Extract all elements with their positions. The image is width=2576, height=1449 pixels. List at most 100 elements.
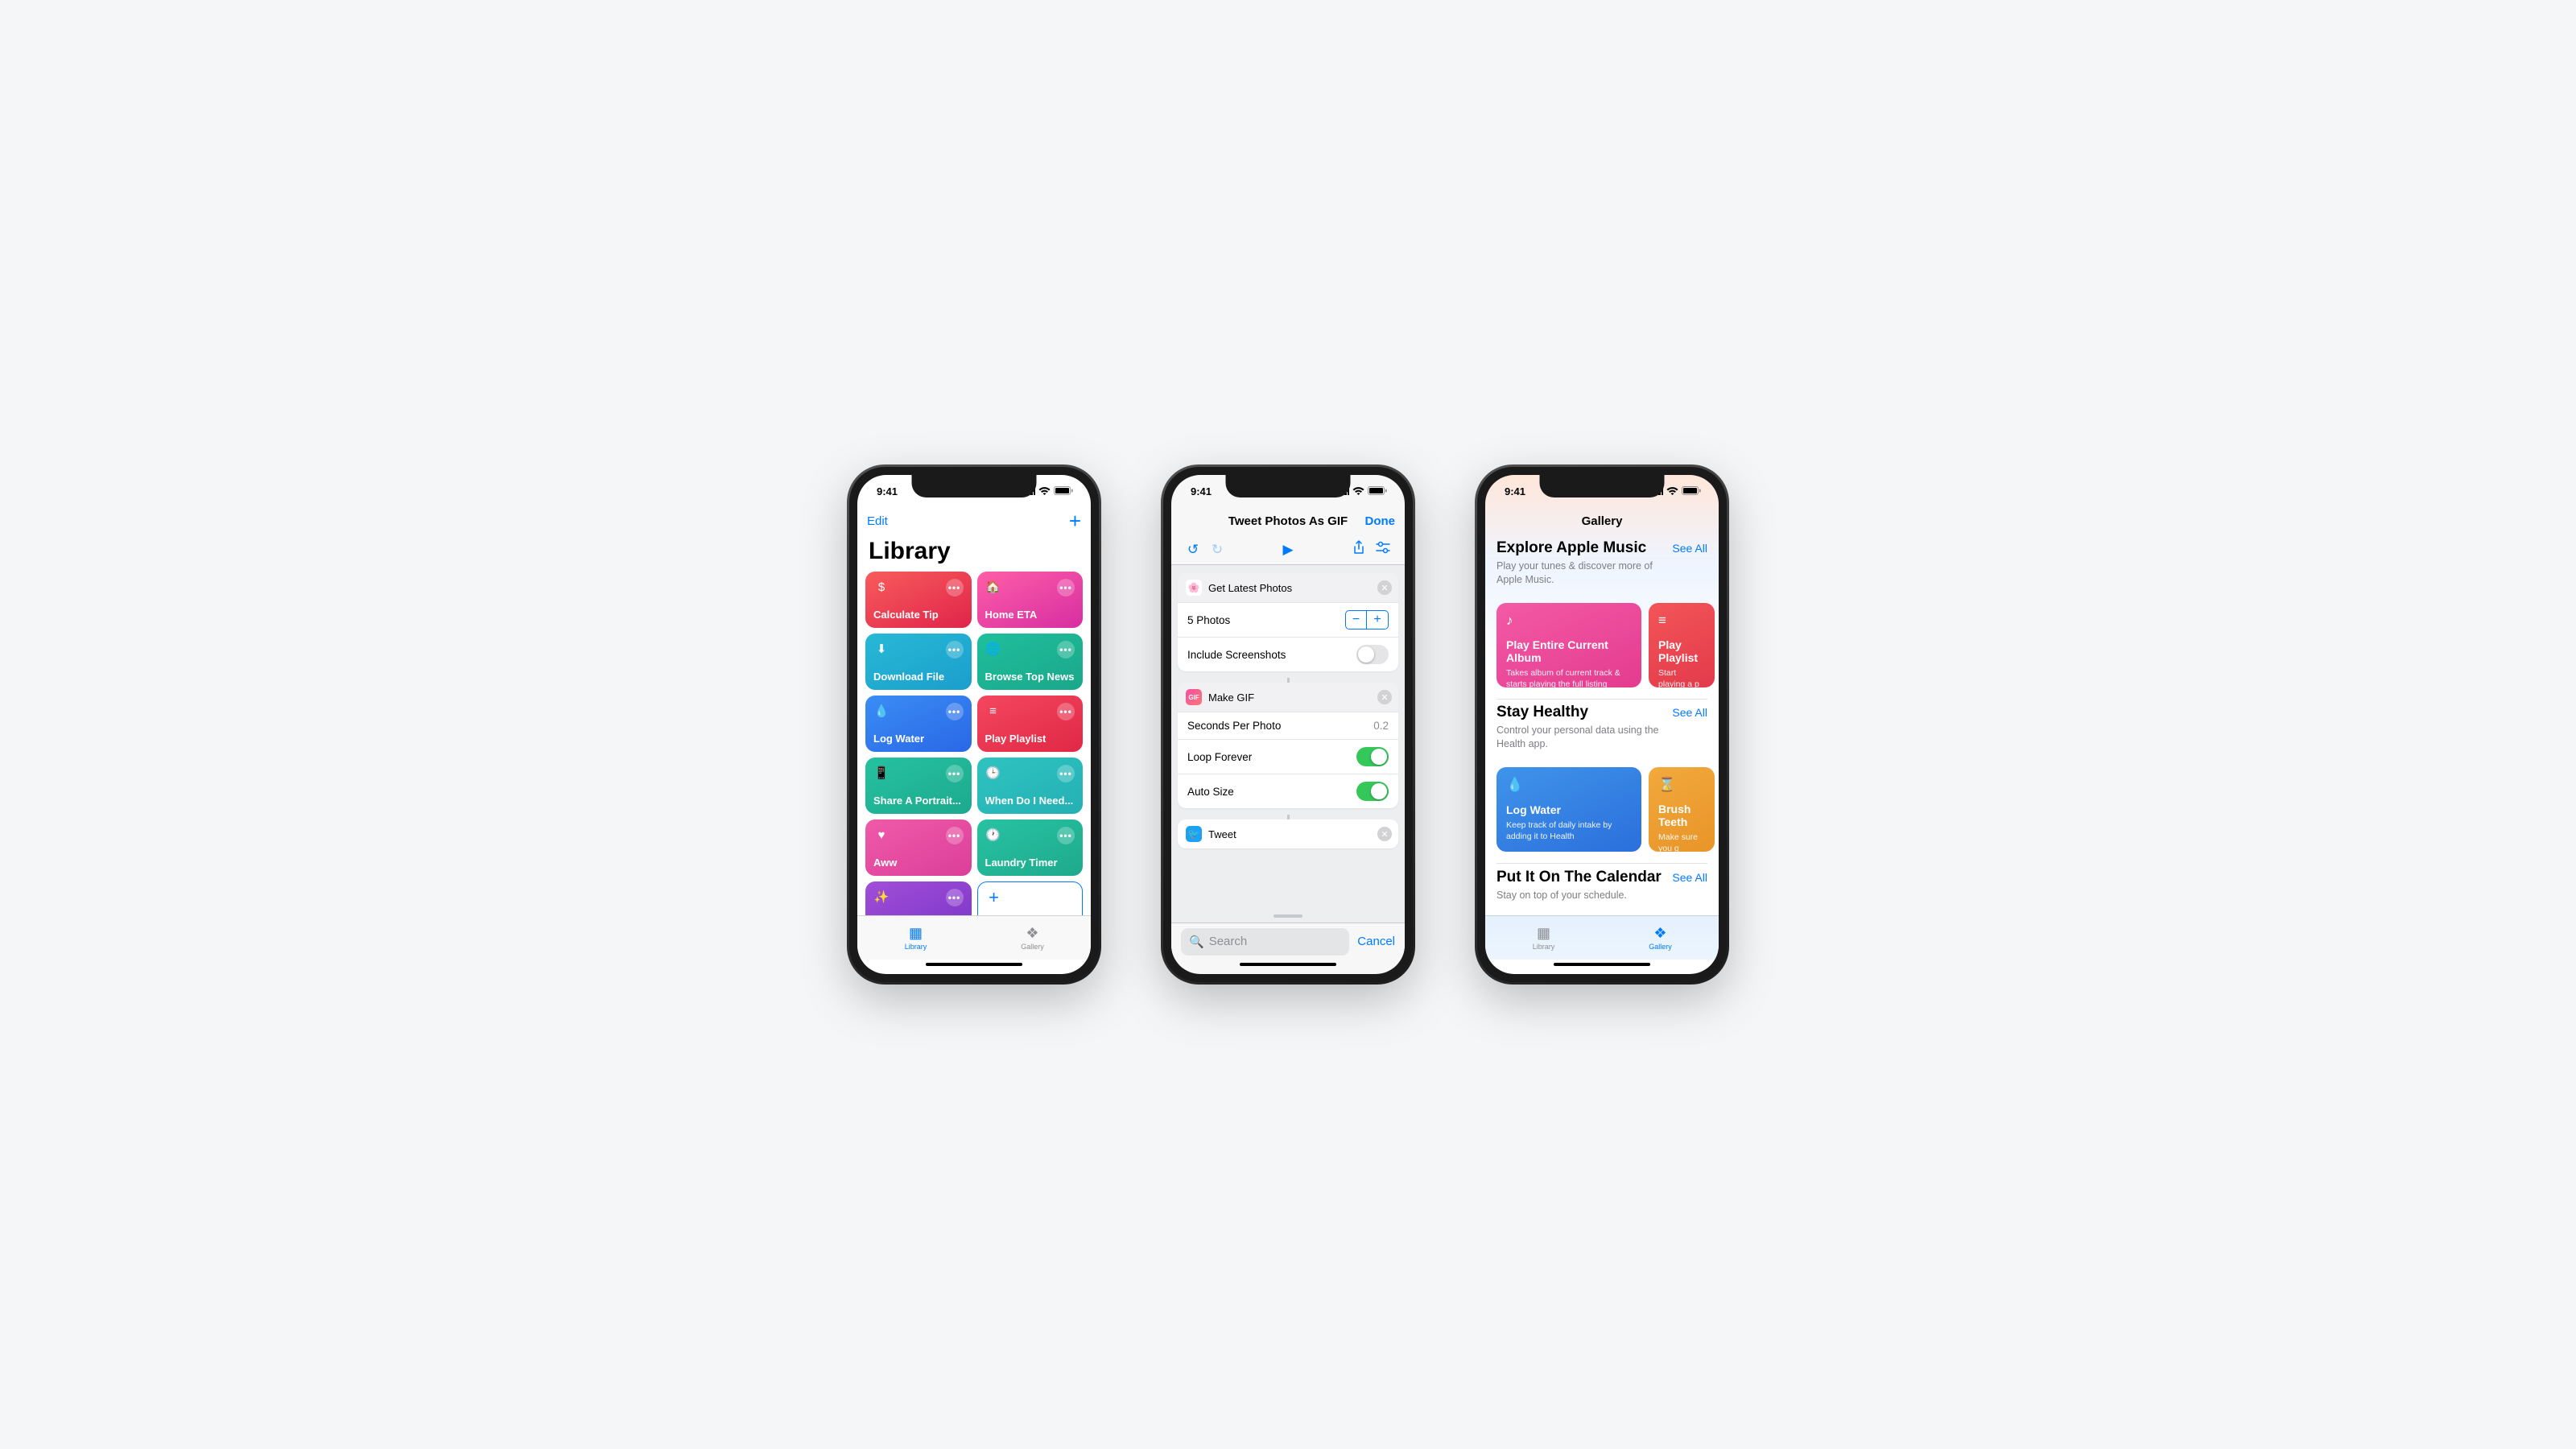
- section-desc: Play your tunes & discover more of Apple…: [1496, 559, 1666, 587]
- minus-button[interactable]: −: [1346, 611, 1367, 629]
- include-screenshots-toggle[interactable]: [1356, 645, 1389, 664]
- action-get-photos[interactable]: 🌸 Get Latest Photos ✕ 5 Photos −+ Includ…: [1178, 573, 1398, 671]
- gallery-row[interactable]: 💧Log WaterKeep track of daily intake by …: [1485, 759, 1719, 863]
- photo-count-label: 5 Photos: [1187, 614, 1230, 626]
- shortcut-tile[interactable]: ≡•••Play Playlist: [977, 696, 1084, 752]
- shortcut-tile[interactable]: 💧•••Log Water: [865, 696, 972, 752]
- tab-bar: ▦Library ❖Gallery: [857, 915, 1091, 960]
- shortcut-tile[interactable]: ♥ ••• Aww: [865, 819, 972, 876]
- tile-icon: ♥: [873, 827, 890, 843]
- action-make-gif[interactable]: GIF Make GIF ✕ Seconds Per Photo 0.2 Loo…: [1178, 683, 1398, 808]
- tile-more-button[interactable]: •••: [1057, 579, 1075, 597]
- tile-more-button[interactable]: •••: [1057, 827, 1075, 844]
- photos-icon: 🌸: [1186, 580, 1202, 596]
- see-all-button[interactable]: See All: [1672, 706, 1707, 719]
- done-button[interactable]: Done: [1355, 514, 1395, 528]
- loop-label: Loop Forever: [1187, 751, 1252, 763]
- tile-more-button[interactable]: •••: [946, 703, 964, 720]
- edit-button[interactable]: Edit: [867, 514, 907, 528]
- nav-bar: Gallery: [1485, 507, 1719, 535]
- tab-library[interactable]: ▦Library: [857, 916, 974, 960]
- drawer-grabber[interactable]: [1171, 910, 1405, 923]
- tile-label: Home ETA: [985, 609, 1075, 621]
- tile-icon: 🌐: [985, 641, 1001, 657]
- card-title: Brush Teeth: [1658, 803, 1705, 828]
- card-title: Play Entire Current Album: [1506, 638, 1632, 664]
- tile-icon: 💧: [873, 703, 890, 719]
- card-desc: Make sure you g minutes in when: [1658, 832, 1705, 863]
- tab-gallery[interactable]: ❖Gallery: [1602, 916, 1719, 960]
- shortcut-tile[interactable]: ⬇•••Download File: [865, 634, 972, 690]
- card-title: Play Playlist: [1658, 638, 1705, 664]
- nav-bar: Tweet Photos As GIF Done: [1171, 507, 1405, 535]
- gallery-card[interactable]: ⌛Brush TeethMake sure you g minutes in w…: [1649, 767, 1715, 852]
- see-all-button[interactable]: See All: [1672, 542, 1707, 555]
- wifi-icon: [1666, 485, 1678, 497]
- gallery-row[interactable]: ✉🕐: [1485, 910, 1719, 915]
- nav-bar: Edit +: [857, 507, 1091, 535]
- shortcut-tile[interactable]: 🕒•••When Do I Need...: [977, 758, 1084, 814]
- plus-button[interactable]: +: [1367, 611, 1388, 629]
- tab-gallery[interactable]: ❖Gallery: [974, 916, 1091, 960]
- card-icon: ♪: [1506, 613, 1632, 629]
- create-shortcut-tile[interactable]: +Create Shortcut: [977, 881, 1084, 915]
- tile-label: Aww: [873, 857, 964, 869]
- undo-button[interactable]: ↺: [1181, 542, 1205, 558]
- run-button[interactable]: ▶: [1282, 542, 1293, 557]
- remove-action-button[interactable]: ✕: [1377, 690, 1392, 704]
- share-button[interactable]: [1347, 540, 1371, 559]
- autosize-label: Auto Size: [1187, 786, 1234, 798]
- tile-icon: ✨: [873, 889, 890, 905]
- actions-canvas[interactable]: 🌸 Get Latest Photos ✕ 5 Photos −+ Includ…: [1171, 565, 1405, 910]
- seconds-label: Seconds Per Photo: [1187, 720, 1281, 732]
- gallery-card[interactable]: 💧Log WaterKeep track of daily intake by …: [1496, 767, 1641, 852]
- layers-icon: ❖: [1653, 925, 1666, 942]
- loop-toggle[interactable]: [1356, 747, 1389, 766]
- tile-more-button[interactable]: •••: [1057, 703, 1075, 720]
- card-desc: Takes album of current track & starts pl…: [1506, 667, 1632, 690]
- status-time: 9:41: [1191, 485, 1212, 497]
- gallery-row[interactable]: ♪ Play Entire Current Album Takes album of…: [1485, 595, 1719, 699]
- home-indicator[interactable]: [1171, 960, 1405, 974]
- search-input[interactable]: 🔍 Search: [1181, 928, 1349, 956]
- home-indicator[interactable]: [857, 960, 1091, 974]
- section-desc: Control your personal data using the Hea…: [1496, 724, 1666, 751]
- settings-button[interactable]: [1371, 541, 1395, 558]
- add-button[interactable]: +: [1041, 509, 1081, 534]
- tile-label: Download File: [873, 671, 964, 683]
- tile-more-button[interactable]: •••: [946, 889, 964, 906]
- tile-more-button[interactable]: •••: [1057, 641, 1075, 658]
- photo-count-stepper[interactable]: −+: [1345, 610, 1389, 630]
- phone-gallery: 9:41 Gallery Explore Apple MusicSee AllP…: [1477, 467, 1727, 982]
- action-tweet[interactable]: 🐦 Tweet ✕: [1178, 819, 1398, 848]
- grid-icon: ▦: [909, 925, 923, 942]
- remove-action-button[interactable]: ✕: [1377, 827, 1392, 841]
- shortcut-tile[interactable]: $•••Calculate Tip: [865, 572, 972, 628]
- remove-action-button[interactable]: ✕: [1377, 580, 1392, 595]
- gallery-card[interactable]: ≡Play PlaylistStart playing a p immediat…: [1649, 603, 1715, 687]
- seconds-value[interactable]: 0.2: [1373, 720, 1389, 732]
- shortcut-tile[interactable]: 🌐•••Browse Top News: [977, 634, 1084, 690]
- tab-library[interactable]: ▦Library: [1485, 916, 1602, 960]
- gallery-title: Gallery: [1582, 514, 1623, 528]
- tile-icon: 📱: [873, 765, 890, 781]
- gallery-scroll[interactable]: Explore Apple MusicSee AllPlay your tune…: [1485, 535, 1719, 915]
- shortcut-tile[interactable]: 📱•••Share A Portrait...: [865, 758, 972, 814]
- home-indicator[interactable]: [1485, 960, 1719, 974]
- status-time: 9:41: [877, 485, 898, 497]
- autosize-toggle[interactable]: [1356, 782, 1389, 801]
- tile-more-button[interactable]: •••: [946, 579, 964, 597]
- cancel-button[interactable]: Cancel: [1357, 935, 1395, 948]
- shortcut-tile[interactable]: 🕐•••Laundry Timer: [977, 819, 1084, 876]
- tile-more-button[interactable]: •••: [946, 765, 964, 782]
- tile-more-button[interactable]: •••: [946, 827, 964, 844]
- section-title: Put It On The Calendar: [1496, 869, 1662, 886]
- shortcut-tile[interactable]: ✨•••Share Screengr...: [865, 881, 972, 915]
- tile-more-button[interactable]: •••: [1057, 765, 1075, 782]
- shortcut-tile[interactable]: 🏠•••Home ETA: [977, 572, 1084, 628]
- redo-button[interactable]: ↻: [1205, 542, 1229, 558]
- shortcuts-grid: $•••Calculate Tip🏠•••Home ETA⬇•••Downloa…: [857, 572, 1091, 915]
- gallery-card[interactable]: ♪ Play Entire Current Album Takes album of…: [1496, 603, 1641, 687]
- see-all-button[interactable]: See All: [1672, 871, 1707, 884]
- tile-more-button[interactable]: •••: [946, 641, 964, 658]
